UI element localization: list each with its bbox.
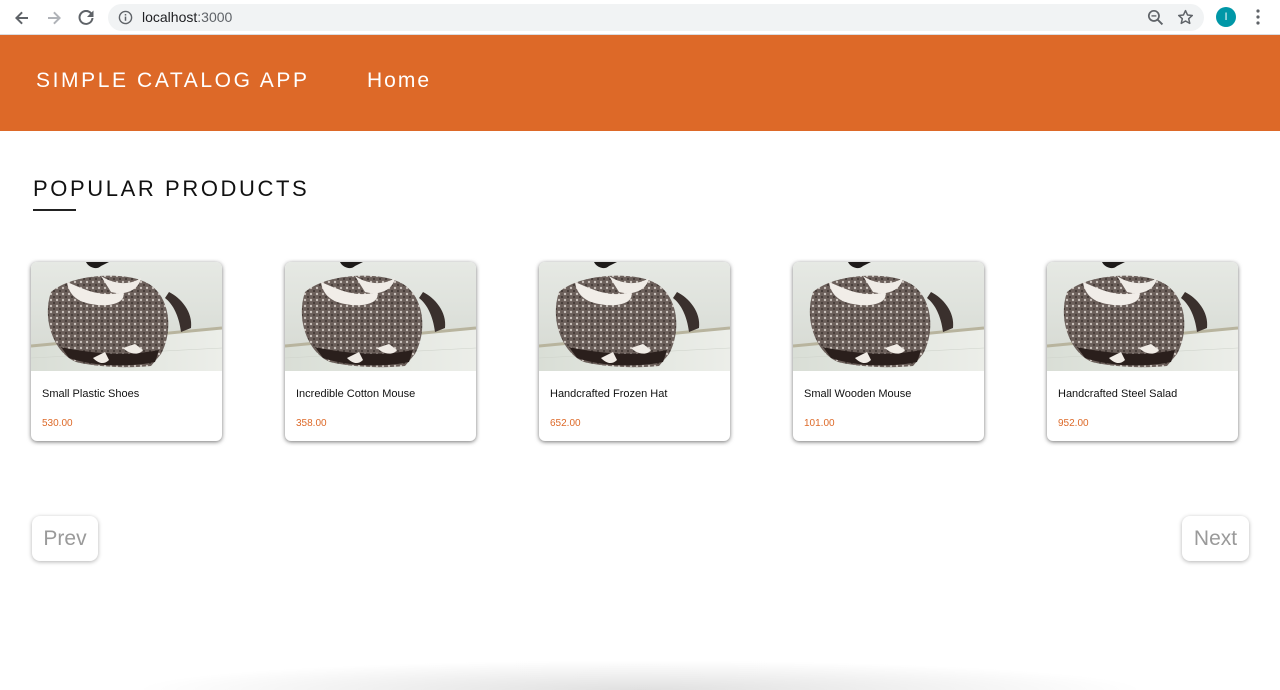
url-text[interactable]: localhost:3000 — [142, 9, 232, 25]
zoom-icon[interactable] — [1147, 9, 1164, 26]
product-card[interactable]: Handcrafted Frozen Hat 652.00 — [539, 262, 730, 441]
product-price: 101.00 — [804, 418, 835, 429]
product-name[interactable]: Handcrafted Frozen Hat — [550, 388, 667, 400]
back-arrow-icon — [15, 11, 28, 25]
bottom-shadow — [130, 660, 1150, 690]
product-card[interactable]: Small Plastic Shoes 530.00 — [31, 262, 222, 441]
product-image[interactable] — [539, 262, 730, 371]
app-header: SIMPLE CATALOG APP Home — [0, 35, 1280, 131]
forward-button[interactable] — [42, 6, 66, 30]
address-bar[interactable]: localhost:3000 — [108, 4, 1204, 31]
product-price: 358.00 — [296, 418, 327, 429]
nav-link-home[interactable]: Home — [367, 69, 431, 93]
product-card[interactable]: Handcrafted Steel Salad 952.00 — [1047, 262, 1238, 441]
product-image[interactable] — [793, 262, 984, 371]
reload-button[interactable] — [74, 6, 98, 30]
section-title: POPULAR PRODUCTS — [33, 176, 310, 201]
profile-avatar[interactable]: I — [1216, 7, 1236, 27]
product-name[interactable]: Incredible Cotton Mouse — [296, 388, 415, 400]
bookmark-star-icon[interactable] — [1177, 9, 1194, 26]
next-button[interactable]: Next — [1182, 516, 1249, 561]
product-price: 652.00 — [550, 418, 581, 429]
forward-arrow-icon — [48, 11, 61, 25]
product-name[interactable]: Handcrafted Steel Salad — [1058, 388, 1177, 400]
product-name[interactable]: Small Wooden Mouse — [804, 388, 911, 400]
browser-toolbar: localhost:3000 I — [0, 0, 1280, 35]
product-card[interactable]: Small Wooden Mouse 101.00 — [793, 262, 984, 441]
product-card[interactable]: Incredible Cotton Mouse 358.00 — [285, 262, 476, 441]
product-image[interactable] — [285, 262, 476, 371]
product-image[interactable] — [1047, 262, 1238, 371]
more-menu-icon[interactable] — [1250, 8, 1266, 26]
product-price: 952.00 — [1058, 418, 1089, 429]
app-brand[interactable]: SIMPLE CATALOG APP — [36, 69, 310, 93]
product-name[interactable]: Small Plastic Shoes — [42, 388, 139, 400]
title-underline — [33, 209, 76, 211]
product-image[interactable] — [31, 262, 222, 371]
back-button[interactable] — [10, 6, 34, 30]
product-price: 530.00 — [42, 418, 73, 429]
prev-button[interactable]: Prev — [32, 516, 98, 561]
reload-icon — [78, 10, 94, 25]
info-icon[interactable] — [118, 10, 133, 25]
